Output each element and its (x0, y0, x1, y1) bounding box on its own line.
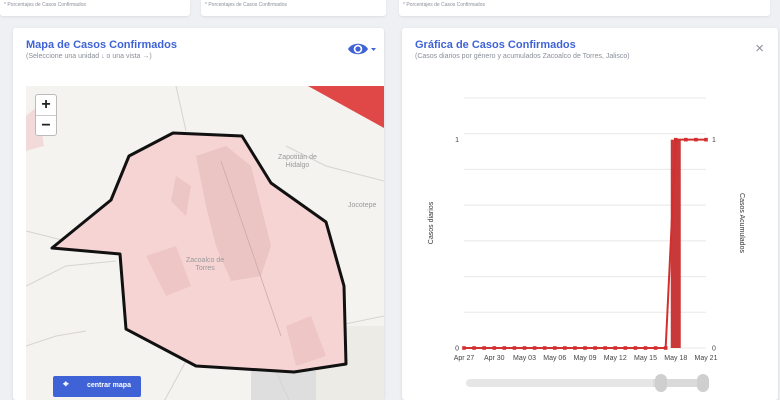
cumulative-point (522, 346, 527, 350)
map-view[interactable]: + − Zapotitán de Hidalgo Jocotepe Zacoal… (26, 86, 384, 400)
x-axis-ticks: Apr 27 Apr 30 May 03 May 06 May 09 May 12 May … (454, 355, 718, 362)
cumulative-point (532, 346, 537, 350)
place-label-zacoalco: Zacoalco de Torres (186, 257, 225, 273)
cumulative-point (633, 346, 638, 350)
cumulative-point (502, 346, 507, 350)
cumulative-point (704, 137, 708, 142)
x-tick-label: May 06 (543, 355, 566, 362)
y-tick-label: 1 (455, 137, 459, 144)
cumulative-point (583, 346, 587, 350)
center-map-button[interactable]: ⌖ centrar mapa (53, 376, 141, 397)
crosshair-icon: ⌖ (63, 379, 69, 390)
cumulative-point (472, 346, 476, 350)
map-canvas (26, 86, 384, 400)
y2-tick-label: 1 (712, 137, 716, 144)
cumulative-point (573, 346, 577, 350)
cumulative-point (694, 137, 698, 142)
x-tick-label: May 15 (634, 355, 657, 362)
cumulative-point (684, 137, 688, 142)
cumulative-point (563, 346, 567, 350)
map-card: Mapa de Casos Confirmados (Seleccione un… (13, 28, 384, 400)
x-tick-label: May 12 (604, 355, 627, 362)
cumulative-point (603, 346, 607, 350)
stat-card-middle: * Porcentajes de Casos Confirmados (201, 0, 386, 16)
place-label-zapotitan: Zapotitán de Hidalgo (278, 154, 317, 170)
y-axis-label: Casos diarios (428, 201, 435, 244)
cumulative-point (462, 346, 466, 350)
cumulative-point (552, 346, 557, 350)
y-axis-ticks: 01 (455, 137, 459, 352)
zoom-controls: + − (35, 94, 57, 136)
zoom-in-button[interactable]: + (36, 95, 56, 115)
cumulative-line-path (464, 138, 706, 349)
cumulative-point (673, 137, 678, 142)
stat-card-note: * Porcentajes de Casos Confirmados (403, 2, 485, 8)
cumulative-point (492, 346, 497, 350)
zoom-out-button[interactable]: − (36, 115, 56, 135)
y2-axis-ticks: 01 (712, 137, 716, 352)
x-tick-label: May 09 (574, 355, 597, 362)
x-tick-label: May 03 (513, 355, 536, 362)
cumulative-point (512, 346, 517, 350)
y-tick-label: 0 (455, 346, 459, 353)
cumulative-point (643, 346, 648, 350)
cumulative-point (653, 346, 658, 350)
y2-tick-label: 0 (712, 346, 716, 353)
cumulative-point (482, 346, 486, 350)
x-tick-label: Apr 30 (484, 355, 505, 362)
cumulative-point (593, 346, 597, 350)
map-card-subtitle: (Seleccione una unidad ↓ o una vista →) (26, 53, 152, 60)
cases-chart: 01 01 Apr 27 Apr 30 May 03 May 06 May 09 May … (428, 97, 745, 392)
map-card-title: Mapa de Casos Confirmados (26, 39, 177, 51)
cumulative-point (613, 346, 618, 350)
chart-card: Gráfica de Casos Confirmados (Casos diar… (402, 28, 778, 400)
chart-grid (464, 97, 706, 349)
cumulative-point (542, 346, 547, 350)
x-tick-label: May 18 (664, 355, 687, 362)
stat-card-note: * Porcentajes de Casos Confirmados (4, 2, 86, 8)
daily-cases-bars (670, 139, 681, 348)
chevron-down-icon (371, 48, 376, 51)
range-slider-handle-right[interactable] (697, 374, 709, 392)
place-label-jocotepec: Jocotepe (348, 202, 377, 209)
daily-cases-bar (670, 139, 681, 348)
stat-card-note: * Porcentajes de Casos Confirmados (205, 2, 287, 8)
y2-axis-label: Casos Acumulados (738, 193, 745, 253)
range-slider-handle-left[interactable] (655, 374, 667, 392)
cumulative-point (623, 346, 628, 350)
center-map-label: centrar mapa (87, 382, 131, 389)
x-tick-label: May 21 (695, 355, 718, 362)
view-selector-button[interactable] (347, 40, 377, 58)
range-slider[interactable] (466, 374, 709, 392)
stat-card-left: * Porcentajes de Casos Confirmados (0, 0, 190, 16)
eye-icon (348, 43, 376, 55)
cumulative-point (663, 346, 668, 350)
stat-card-right: * Porcentajes de Casos Confirmados (399, 0, 770, 16)
x-tick-label: Apr 27 (454, 355, 475, 362)
